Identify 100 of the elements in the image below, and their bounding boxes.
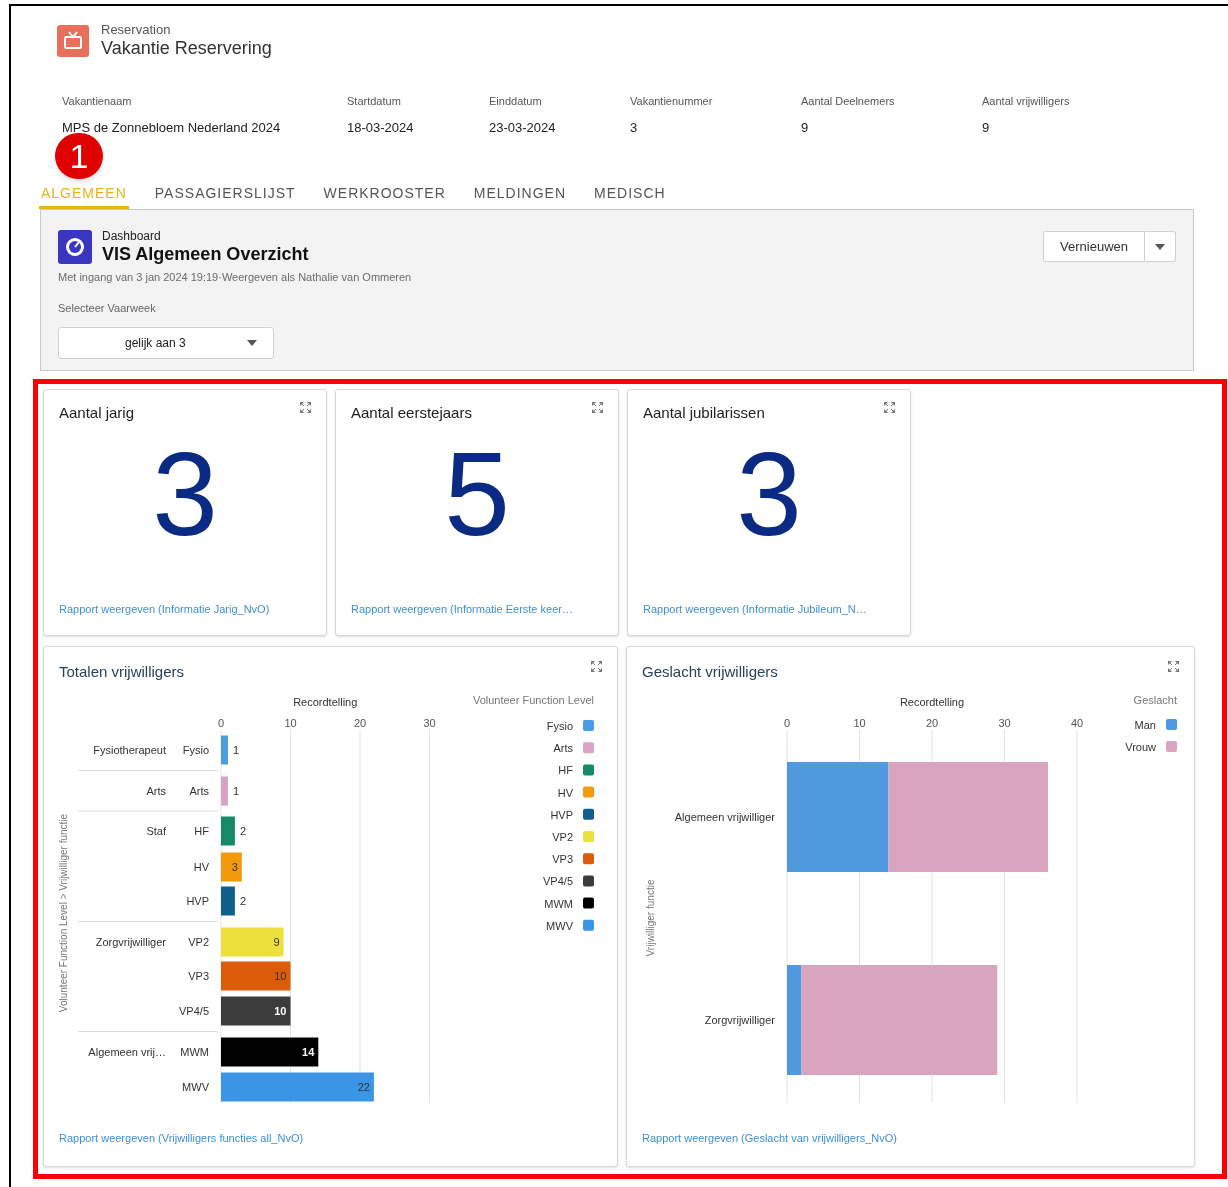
field-label: Startdatum xyxy=(347,94,402,109)
category-label: Arts xyxy=(189,784,209,797)
card-title: Aantal jarig xyxy=(59,403,135,423)
data-label: 10 xyxy=(274,969,287,982)
legend-label: Arts xyxy=(553,741,573,754)
category-label: VP4/5 xyxy=(179,1004,209,1017)
tick-label: 10 xyxy=(853,716,866,729)
data-label: 1 xyxy=(232,743,240,756)
bar xyxy=(221,735,228,764)
expand-icon[interactable] xyxy=(1168,661,1179,672)
legend-label: HV xyxy=(557,786,573,799)
legend-label: HVP xyxy=(550,808,573,821)
field-label: Vakantienaam xyxy=(62,94,133,109)
category-label: Fysio xyxy=(182,743,209,756)
report-link[interactable]: Rapport weergeven (Informatie Eerste keer… xyxy=(351,600,603,617)
filter-select[interactable]: gelijk aan 3 xyxy=(58,327,274,359)
expand-icon[interactable] xyxy=(591,661,602,672)
field-value: 9 xyxy=(982,118,991,137)
legend-label: Fysio xyxy=(546,719,573,732)
tick-label: 20 xyxy=(925,716,939,729)
filter-value: gelijk aan 3 xyxy=(125,335,186,352)
field-label: Aantal Deelnemers xyxy=(801,94,896,109)
metric-value: 3 xyxy=(152,428,218,559)
legend-label: HF xyxy=(558,763,573,776)
group-label: Staf xyxy=(146,824,166,837)
data-label: 2 xyxy=(239,894,246,907)
tick-label: 0 xyxy=(783,716,791,729)
legend-label: VP3 xyxy=(552,852,573,865)
legend-label: VP4/5 xyxy=(543,874,573,887)
axis-title: Volunteer Function Level > Vrijwilliger functie xyxy=(58,813,69,1012)
data-label: 3 xyxy=(231,860,238,873)
expand-icon[interactable] xyxy=(300,402,311,413)
refresh-button[interactable]: Vernieuwen xyxy=(1043,231,1145,262)
field-value: 3 xyxy=(630,118,639,137)
category-label: VP3 xyxy=(188,969,209,982)
data-label: 22 xyxy=(357,1080,370,1093)
bar xyxy=(221,776,228,805)
data-label: 2 xyxy=(239,824,246,837)
tick-label: 30 xyxy=(423,716,436,729)
card-title: Totalen vrijwilligers xyxy=(59,662,185,682)
field-value: 23-03-2024 xyxy=(489,118,557,137)
report-link[interactable]: Rapport weergeven (Vrijwilligers functies all_NvO) xyxy=(59,1129,602,1146)
axis-title: Recordtelling xyxy=(293,695,358,708)
category-label: HVP xyxy=(186,894,209,907)
legend-label: MWV xyxy=(546,919,573,932)
report-link[interactable]: Rapport weergeven (Informatie Jarig_NvO) xyxy=(59,600,311,617)
expand-icon[interactable] xyxy=(884,402,895,413)
bar xyxy=(221,852,242,881)
category-label: VP2 xyxy=(188,935,209,948)
gauge-icon xyxy=(58,230,92,264)
more-button[interactable] xyxy=(1145,231,1176,262)
category-label: HV xyxy=(193,860,209,873)
legend-label: MWM xyxy=(544,897,573,910)
bar xyxy=(221,886,235,915)
metric-value: 5 xyxy=(444,428,510,559)
metric-value: 3 xyxy=(736,428,802,559)
bar xyxy=(221,927,284,956)
tick-label: 10 xyxy=(284,716,297,729)
caret-icon xyxy=(247,340,257,346)
axis-title: Recordtelling xyxy=(899,695,965,708)
tick-label: 40 xyxy=(1070,716,1084,729)
filter-label: Selecteer Vaarweek xyxy=(58,300,157,316)
category-label: MWV xyxy=(182,1080,209,1093)
card-title: Geslacht vrijwilligers xyxy=(642,662,778,682)
tick-label: 20 xyxy=(353,716,367,729)
report-link[interactable]: Rapport weergeven (Geslacht van vrijwilligers_NvO) xyxy=(642,1129,1179,1146)
report-link[interactable]: Rapport weergeven (Informatie Jubileum_N… xyxy=(643,600,895,617)
card-title: Aantal eerstejaars xyxy=(351,403,472,423)
axis-title: Vrijwilliger functie xyxy=(645,879,656,956)
field-value: 9 xyxy=(801,118,810,137)
legend-label: VP2 xyxy=(552,830,573,843)
tick-label: 0 xyxy=(217,716,225,729)
legend-label: Man xyxy=(1134,718,1156,731)
tab[interactable]: MELDINGEN xyxy=(471,180,569,209)
caret-icon xyxy=(1155,243,1165,250)
data-label: 9 xyxy=(273,935,280,948)
data-label: 10 xyxy=(274,1004,287,1017)
object-type-label: Reservation xyxy=(101,22,172,37)
category-label: MWM xyxy=(180,1045,209,1058)
field-label: Aantal vrijwilligers xyxy=(982,94,1071,109)
callout-badge: 1 xyxy=(55,133,103,179)
dashboard-type-label: Dashboard xyxy=(102,229,162,243)
record-title: Vakantie Reservering xyxy=(101,37,272,59)
tab[interactable]: WERKROOSTER xyxy=(321,180,448,209)
tab[interactable]: PASSAGIERSLIJST xyxy=(152,180,298,209)
tick-label: 30 xyxy=(998,716,1011,729)
category-label: HF xyxy=(194,824,209,837)
dashboard-title: VIS Algemeen Overzicht xyxy=(102,243,309,265)
group-label: Arts xyxy=(146,784,166,797)
legend-title: Geslacht xyxy=(1133,693,1177,706)
bar xyxy=(221,816,235,845)
dashboard-subtitle: Met ingang van 3 jan 2024 19:19·Weergeven als Nathalie van Ommeren xyxy=(58,270,413,285)
category-label: Zorgvrijwilliger xyxy=(704,1013,775,1026)
data-label: 14 xyxy=(302,1045,315,1058)
field-value: 18-03-2024 xyxy=(347,118,415,137)
tab[interactable]: MEDISCH xyxy=(592,180,668,209)
group-label: Zorgvrijwilliger xyxy=(95,935,166,948)
expand-icon[interactable] xyxy=(592,402,603,413)
tv-icon xyxy=(57,24,89,57)
card-title: Aantal jubilarissen xyxy=(643,403,765,423)
